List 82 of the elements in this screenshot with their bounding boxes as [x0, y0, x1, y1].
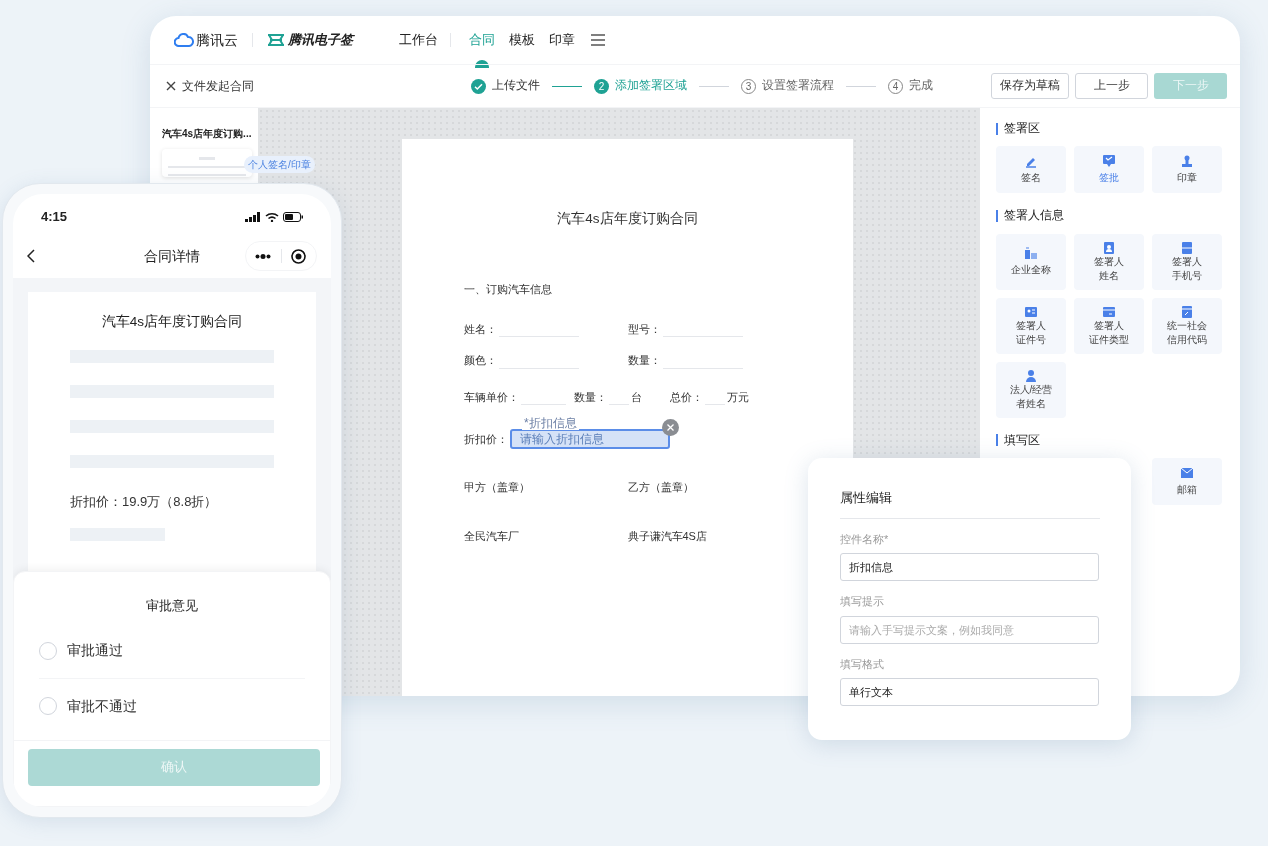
- input-field[interactable]: 折扣信息: [840, 553, 1099, 581]
- field-label: 颜色：: [464, 353, 497, 369]
- close-button[interactable]: 文件发起合同: [166, 77, 254, 95]
- control-tile[interactable]: 签批: [1074, 146, 1144, 194]
- page-title: 合同详情: [144, 246, 200, 266]
- field-label: 万元: [727, 389, 749, 405]
- field-label: 姓名：: [464, 321, 497, 337]
- section-title: 填写区: [1004, 432, 1040, 448]
- field-label: 台: [631, 389, 642, 405]
- control-tile[interactable]: 企业全称: [996, 233, 1066, 290]
- control-tile[interactable]: 印章: [1152, 146, 1222, 194]
- document-icon: [1180, 304, 1194, 319]
- section-title: 签署人信息: [1004, 208, 1064, 224]
- input-field[interactable]: 单行文本: [840, 678, 1099, 706]
- check-circle-icon: [471, 78, 486, 94]
- control-tile[interactable]: 签署人 手机号: [1152, 233, 1222, 290]
- menu-icon[interactable]: [591, 34, 605, 46]
- step-item: 4 完成: [888, 77, 933, 95]
- step-item: 3 设置签署流程: [741, 77, 834, 95]
- building-icon: [1024, 246, 1038, 260]
- control-tile[interactable]: 签署人 姓名: [1074, 233, 1144, 290]
- toolbar-button[interactable]: 上一步: [1075, 73, 1148, 99]
- field-label: 数量：: [627, 353, 661, 369]
- step-item: 上传文件: [471, 77, 540, 95]
- field-label: 数量：: [574, 389, 607, 405]
- document-title: 汽车4s店年度订购合同: [556, 210, 699, 228]
- section-title: 签署区: [1004, 121, 1040, 136]
- input-field[interactable]: 请输入手写提示文案，例如我同意: [840, 615, 1099, 644]
- esign-logo-icon: [267, 33, 285, 47]
- control-tile[interactable]: 签署人 证件号: [996, 297, 1066, 354]
- sheet-title: 审批意见: [145, 597, 199, 615]
- field-label: 车辆单价：: [464, 389, 519, 405]
- toolbar-button[interactable]: 保存为草稿: [991, 73, 1069, 99]
- close-icon: [166, 81, 176, 91]
- back-button[interactable]: [27, 249, 35, 263]
- approval-icon: [1102, 154, 1116, 169]
- card-icon: [1102, 304, 1116, 319]
- status-time: 4:15: [41, 208, 68, 227]
- battery-icon: [283, 212, 303, 222]
- wifi-icon: [265, 212, 279, 222]
- cloud-logo-icon: [174, 33, 194, 47]
- mail-icon: [1180, 465, 1194, 480]
- step-item: 2 添加签署区域: [594, 77, 687, 95]
- file-name: 汽车4s店年度订购...: [162, 127, 253, 141]
- control-tile[interactable]: 统一社会 信用代码: [1152, 297, 1222, 354]
- signal-icon: [245, 212, 261, 222]
- party-name: 全民汽车厂: [464, 528, 520, 544]
- target-icon: [291, 248, 307, 264]
- logo-text: 腾讯电子签: [288, 31, 353, 50]
- party-label: 乙方（盖章）: [627, 480, 695, 496]
- logo-text: 腾讯云: [196, 30, 238, 50]
- field-label: 总价：: [670, 389, 703, 405]
- control-tile[interactable]: 邮箱: [1152, 457, 1222, 505]
- id-card-icon: [1024, 304, 1038, 319]
- discount-text: 折扣价：19.9万（8.8折）: [70, 493, 219, 512]
- party-name: 典子谦汽车4S店: [627, 528, 708, 544]
- option-label: 审批通过: [67, 641, 123, 660]
- signature-tag: 个人签名/印章: [244, 156, 315, 173]
- remove-button[interactable]: [662, 419, 679, 436]
- id-badge-icon: [1102, 240, 1116, 255]
- more-icon: [255, 253, 272, 259]
- stamp-icon: [1180, 154, 1194, 169]
- document-title: 汽车4s店年度订购合同: [100, 313, 244, 331]
- nav-tab[interactable]: 模板: [509, 16, 535, 64]
- party-label: 甲方（盖章）: [464, 480, 531, 496]
- field-label: 控件名称*: [840, 531, 890, 547]
- person-icon: [1024, 368, 1038, 383]
- field-label: 填写提示: [840, 594, 885, 609]
- control-tile[interactable]: 签署人 证件类型: [1074, 297, 1144, 354]
- field-label: 折扣价：: [464, 432, 508, 447]
- control-tile[interactable]: 法人/经营 者姓名: [996, 361, 1066, 418]
- field-label: 型号：: [627, 321, 661, 337]
- floating-field-label: *折扣信息: [522, 416, 579, 430]
- close-icon: [667, 424, 674, 431]
- nav-tab[interactable]: 印章: [549, 16, 575, 64]
- section-heading: 一、订购汽车信息: [464, 282, 553, 298]
- control-tile[interactable]: 签名: [996, 146, 1066, 194]
- option-label: 审批不通过: [67, 696, 137, 716]
- nav-tab[interactable]: 工作台: [399, 16, 438, 64]
- capsule-menu[interactable]: [245, 241, 317, 271]
- field-label: 填写格式: [840, 656, 885, 672]
- panel-title: 属性编辑: [840, 488, 1100, 519]
